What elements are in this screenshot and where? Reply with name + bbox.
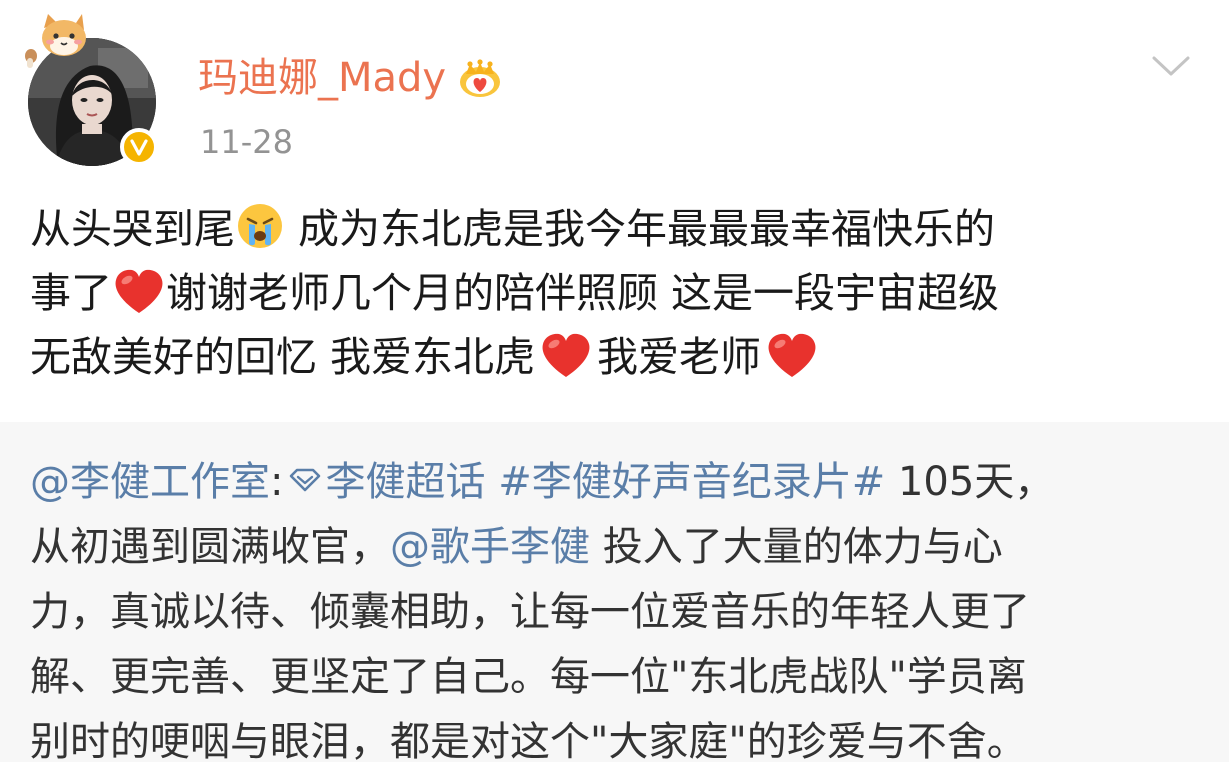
post-date: 11-28	[200, 123, 293, 161]
post-header: 玛迪娜_Mady 11-28	[0, 0, 1229, 190]
retweet-text: 力，真诚以待、倾囊相助，让每一位爱音乐的年轻人更了	[30, 589, 1030, 635]
chevron-down-icon[interactable]	[1151, 54, 1191, 78]
username[interactable]: 玛迪娜_Mady	[198, 52, 446, 104]
post-text-segment: 事了	[30, 269, 112, 317]
post-text-segment: 我爱老师	[597, 333, 762, 381]
post-text-segment: 无敌美好的回忆 我爱东北虎	[30, 333, 536, 381]
mention-studio-link[interactable]: @李健工作室	[30, 459, 270, 505]
post-line: 事了 谢谢老师几个月的陪伴照顾 这是一段宇宙超级	[30, 261, 1205, 325]
weibo-post: 玛迪娜_Mady 11-28 从头哭到尾 成为东北虎是我今年最最最幸福快乐的 事…	[0, 0, 1229, 762]
retweet-line: 力，真诚以待、倾囊相助，让每一位爱音乐的年轻人更了	[30, 580, 1210, 645]
post-line: 无敌美好的回忆 我爱东北虎 我爱老师	[30, 325, 1205, 389]
red-heart-emoji	[112, 267, 166, 315]
hashtag-link[interactable]: #李健好声音纪录片#	[498, 459, 885, 505]
retweet-line: 从初遇到圆满收官，@歌手李健 投入了大量的体力与心	[30, 515, 1210, 580]
verified-icon	[120, 128, 158, 166]
post-text-segment: 谢谢老师几个月的陪伴照顾 这是一段宇宙超级	[166, 269, 1000, 317]
mention-singer-link[interactable]: @歌手李健	[390, 524, 590, 570]
cat-pendant-icon	[25, 14, 86, 68]
username-row: 玛迪娜_Mady	[198, 52, 502, 104]
crown-icon[interactable]	[458, 58, 502, 98]
red-heart-emoji	[761, 331, 823, 379]
retweet-text: 解、更完善、更坚定了自己。每一位"东北虎战队"学员离	[30, 654, 1027, 700]
red-heart-emoji	[535, 331, 597, 379]
retweet-line: 解、更完善、更坚定了自己。每一位"东北虎战队"学员离	[30, 645, 1210, 710]
retweet-colon: :	[270, 459, 284, 505]
retweet-line: 别时的哽咽与眼泪，都是对这个"大家庭"的珍爱与不舍。	[30, 710, 1210, 762]
crying-face-emoji	[235, 201, 285, 251]
retweet-text: 从初遇到圆满收官，	[30, 524, 390, 570]
post-line: 从头哭到尾 成为东北虎是我今年最最最幸福快乐的	[30, 197, 1205, 261]
post-content: 从头哭到尾 成为东北虎是我今年最最最幸福快乐的 事了 谢谢老师几个月的陪伴照顾 …	[30, 197, 1205, 389]
retweet-text: 投入了大量的体力与心	[590, 524, 1003, 570]
retweet-block[interactable]: @李健工作室: 李健超话 #李健好声音纪录片# 105天， 从初遇到圆满收官，@…	[0, 422, 1229, 762]
retweet-text: 别时的哽咽与眼泪，都是对这个"大家庭"的珍爱与不舍。	[30, 719, 1027, 762]
post-text-segment: 从头哭到尾	[30, 205, 235, 253]
retweet-line: @李健工作室: 李健超话 #李健好声音纪录片# 105天，	[30, 450, 1210, 515]
retweet-text: 105天，	[885, 459, 1055, 505]
post-text-segment: 成为东北虎是我今年最最最幸福快乐的	[285, 205, 996, 253]
super-topic-icon[interactable]	[287, 467, 323, 493]
super-topic-link[interactable]: 李健超话	[325, 459, 485, 505]
retweet-content: @李健工作室: 李健超话 #李健好声音纪录片# 105天， 从初遇到圆满收官，@…	[30, 450, 1210, 762]
